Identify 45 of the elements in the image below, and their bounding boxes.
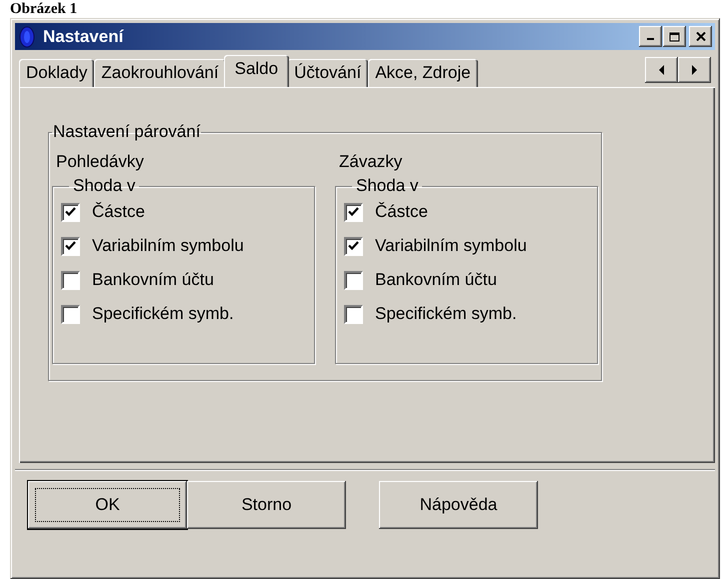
- checkbox-label: Částce: [92, 202, 145, 222]
- column-heading: Pohledávky: [55, 151, 145, 173]
- checkbox-label: Variabilním symbolu: [375, 236, 527, 256]
- checkbox[interactable]: [61, 270, 80, 290]
- checkbox[interactable]: [344, 304, 363, 324]
- right-arrow-icon: [692, 65, 698, 75]
- dialog-button[interactable]: Storno: [187, 481, 346, 529]
- tab[interactable]: Saldo: [224, 55, 290, 87]
- checkbox-label: Specifickém symb.: [92, 304, 234, 324]
- tab[interactable]: Účtování: [287, 59, 368, 87]
- close-icon: [696, 32, 706, 41]
- left-arrow-icon: [658, 65, 664, 75]
- tab[interactable]: Zaokrouhlování: [94, 59, 226, 87]
- checkbox[interactable]: [61, 304, 80, 324]
- minimize-button[interactable]: [639, 26, 662, 47]
- checkbox[interactable]: [344, 202, 363, 222]
- checkbox-label: Bankovním účtu: [92, 270, 214, 290]
- check-icon: [65, 241, 76, 251]
- scroll-right-button[interactable]: [678, 57, 711, 83]
- group-title: Shoda v: [355, 177, 420, 195]
- close-button[interactable]: [689, 26, 712, 47]
- maximize-icon: [669, 32, 680, 42]
- checkbox[interactable]: [61, 236, 80, 256]
- figure-caption: Obrázek 1: [10, 1, 78, 17]
- app-icon: [19, 26, 35, 48]
- checkbox[interactable]: [344, 270, 363, 290]
- checkbox[interactable]: [344, 236, 363, 256]
- dialog-button[interactable]: OK: [28, 481, 187, 529]
- checkbox[interactable]: [61, 202, 80, 222]
- maximize-button[interactable]: [663, 26, 686, 47]
- checkbox-label: Specifickém symb.: [375, 304, 517, 324]
- check-icon: [65, 207, 76, 217]
- dialog-button[interactable]: Nápověda: [379, 481, 538, 529]
- check-icon: [348, 241, 359, 251]
- tab[interactable]: Akce, Zdroje: [368, 59, 478, 87]
- group-title: Nastavení párování: [52, 123, 202, 141]
- scroll-left-button[interactable]: [645, 57, 678, 83]
- window-title: Nastavení: [43, 26, 125, 46]
- tab[interactable]: Doklady: [19, 59, 94, 87]
- check-icon: [348, 207, 359, 217]
- checkbox-label: Bankovním účtu: [375, 270, 497, 290]
- group-title: Shoda v: [72, 177, 136, 195]
- checkbox-label: Částce: [375, 202, 428, 222]
- checkbox-label: Variabilním symbolu: [92, 236, 244, 256]
- column-heading: Závazky: [338, 151, 404, 173]
